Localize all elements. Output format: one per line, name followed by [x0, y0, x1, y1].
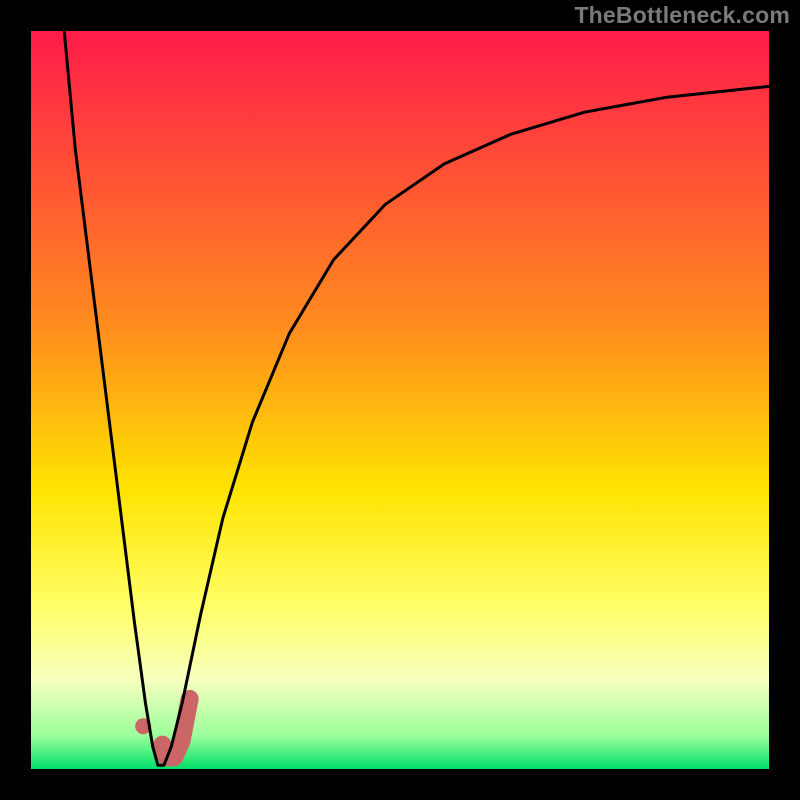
bottleneck-chart	[0, 0, 800, 800]
watermark-label: TheBottleneck.com	[574, 2, 790, 29]
chart-frame: TheBottleneck.com	[0, 0, 800, 800]
gradient-background	[31, 31, 769, 769]
